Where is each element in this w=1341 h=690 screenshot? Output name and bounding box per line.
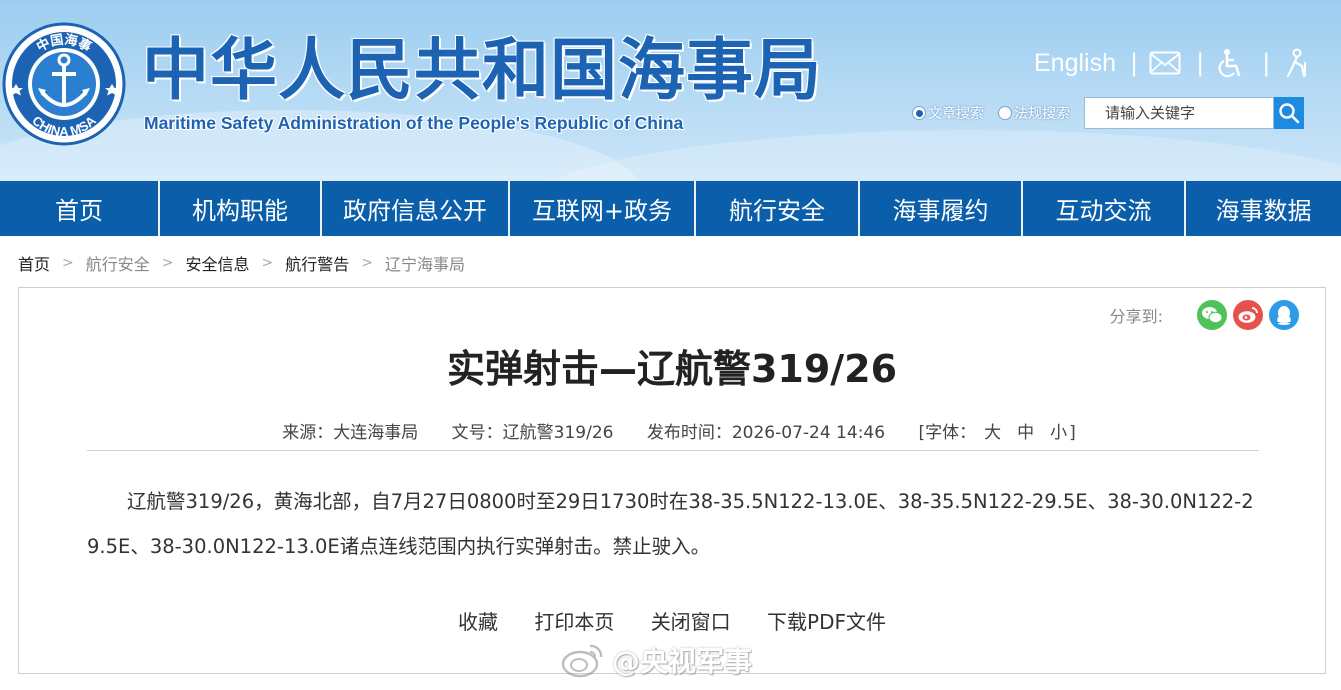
share-label: 分享到: (1109, 307, 1163, 326)
breadcrumb-item-warnings[interactable]: 航行警告 (285, 251, 349, 275)
china-msa-logo[interactable]: 中国海事 CHINA MSA (2, 22, 126, 146)
watermark: @央视军事 (560, 638, 752, 682)
breadcrumb-item-navigation-safety[interactable]: 航行安全 (86, 251, 150, 275)
nav-item-interaction[interactable]: 互动交流 (1023, 181, 1186, 236)
breadcrumb-arrow: > (161, 255, 174, 271)
nav-item-data[interactable]: 海事数据 (1186, 181, 1341, 236)
nav-item-gov-info[interactable]: 政府信息公开 (322, 181, 510, 236)
article-body: 辽航警319/26，黄海北部，自7月27日0800时至29日1730时在38-3… (87, 490, 1254, 558)
close-window-button[interactable]: 关闭窗口 (651, 610, 731, 634)
mail-icon[interactable] (1148, 48, 1182, 78)
favorite-button[interactable]: 收藏 (458, 610, 498, 634)
article-actions: 收藏 打印本页 关闭窗口 下载PDF文件 (19, 606, 1325, 635)
meta-source: 来源：大连海事局 (282, 423, 419, 443)
search-icon (1279, 103, 1300, 124)
meta-doc-number: 文号：辽航警319/26 (451, 423, 614, 443)
qq-share-icon[interactable] (1269, 300, 1299, 330)
radio-selected-icon (912, 106, 926, 120)
search-bar: 文章搜索 法规搜索 (912, 97, 1304, 129)
breadcrumb-arrow: > (261, 255, 274, 271)
main-nav: 首页 机构职能 政府信息公开 互联网+政务 航行安全 海事履约 互动交流 海事数… (0, 181, 1341, 236)
site-header: 中国海事 CHINA MSA 中华人民共和国海事局 Maritime Safet… (0, 0, 1341, 181)
separator: | (1262, 49, 1271, 77)
font-size-small[interactable]: 小 (1050, 423, 1067, 443)
breadcrumb-arrow: > (361, 255, 373, 271)
elder-care-icon[interactable] (1280, 48, 1314, 78)
download-pdf-button[interactable]: 下载PDF文件 (767, 610, 886, 634)
wechat-share-icon[interactable] (1197, 300, 1227, 330)
weibo-watermark-icon (561, 644, 603, 678)
site-title-en: Maritime Safety Administration of the Pe… (144, 113, 684, 133)
search-option-articles[interactable]: 文章搜索 (912, 103, 984, 123)
breadcrumb-arrow: > (62, 255, 74, 271)
english-link[interactable]: English (1034, 49, 1116, 78)
share-bar: 分享到: (1110, 300, 1299, 330)
breadcrumb-item-safety-info[interactable]: 安全信息 (186, 251, 250, 275)
nav-item-internet-gov[interactable]: 互联网+政务 (510, 181, 696, 236)
font-size-label: [字体： (918, 423, 977, 443)
article-meta: 来源：大连海事局 文号：辽航警319/26 发布时间：2026-07-24 14… (19, 418, 1325, 443)
accessibility-icon[interactable] (1214, 48, 1248, 78)
breadcrumb: 首页 > 航行安全 > 安全信息 > 航行警告 > 辽宁海事局 (18, 252, 465, 274)
divider (87, 450, 1259, 451)
header-wave-decoration (520, 130, 1341, 181)
site-title-cn: 中华人民共和国海事局 (142, 31, 822, 109)
nav-item-functions[interactable]: 机构职能 (160, 181, 322, 236)
breadcrumb-item-liaoning[interactable]: 辽宁海事局 (385, 251, 465, 275)
print-button[interactable]: 打印本页 (534, 610, 614, 634)
font-size-switcher: [字体： (918, 423, 976, 443)
article-title: 实弹射击—辽航警319/26 (446, 347, 898, 391)
search-input[interactable] (1084, 97, 1274, 129)
radio-unselected-icon (998, 106, 1012, 120)
meta-published-time: 发布时间：2026-07-24 14:46 (646, 423, 886, 443)
nav-item-navigation-safety[interactable]: 航行安全 (696, 181, 860, 236)
weibo-share-icon[interactable] (1233, 300, 1263, 330)
article-panel: 分享到: 实弹射击—辽航警319/26 来源：大连海事局 文号：辽航警319/2… (18, 287, 1326, 674)
search-button[interactable] (1274, 97, 1304, 129)
top-links: English | | | (1034, 46, 1314, 80)
nav-item-compliance[interactable]: 海事履约 (860, 181, 1023, 236)
nav-item-home[interactable]: 首页 (0, 181, 160, 236)
search-option-regulations[interactable]: 法规搜索 (998, 103, 1070, 123)
watermark-text: @央视军事 (612, 645, 753, 678)
separator: | (1196, 49, 1205, 77)
search-option-label: 文章搜索 (928, 106, 984, 122)
breadcrumb-item-home[interactable]: 首页 (18, 251, 50, 275)
font-size-medium[interactable]: 中 (1017, 423, 1034, 443)
font-size-close: ] (1069, 423, 1076, 443)
font-size-large[interactable]: 大 (984, 423, 1001, 443)
separator: | (1130, 49, 1139, 77)
search-option-label: 法规搜索 (1014, 106, 1070, 122)
